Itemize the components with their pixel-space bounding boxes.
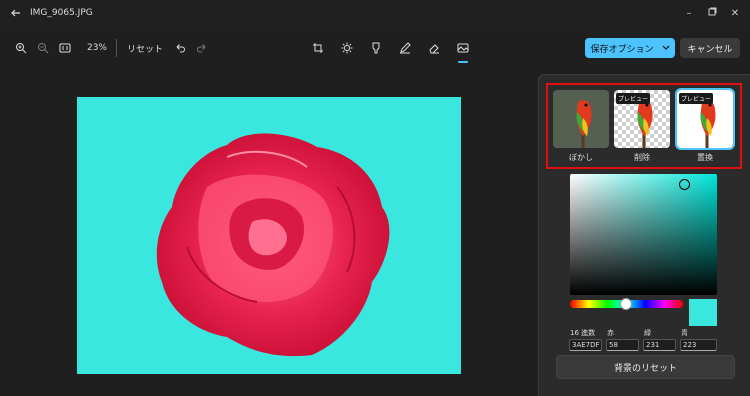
minimize-icon[interactable]: – xyxy=(681,6,697,22)
parrot-thumbnail xyxy=(553,90,609,148)
erase-icon[interactable] xyxy=(424,38,444,58)
undo-icon[interactable] xyxy=(169,37,191,59)
restore-icon[interactable] xyxy=(704,6,720,22)
actual-size-icon[interactable] xyxy=(54,37,76,59)
background-icon[interactable] xyxy=(453,38,473,63)
chevron-down-icon xyxy=(662,43,670,53)
filter-icon[interactable] xyxy=(366,38,386,58)
zoom-out-icon[interactable] xyxy=(32,37,54,59)
green-input[interactable]: 231 xyxy=(643,339,676,351)
option-replace-label: 置換 xyxy=(697,153,713,162)
save-options-label: 保存オプション xyxy=(590,44,654,55)
image-canvas[interactable] xyxy=(77,97,461,374)
zoom-in-icon[interactable] xyxy=(10,37,32,59)
option-blur[interactable] xyxy=(553,90,609,148)
blue-label: 青 xyxy=(681,329,688,337)
option-remove-label: 削除 xyxy=(634,153,650,162)
divider xyxy=(116,39,117,57)
preview-badge: プレビュー xyxy=(616,93,651,104)
zoom-controls: 23% リセット xyxy=(10,36,213,60)
red-label: 赤 xyxy=(607,329,614,337)
hex-label: 16 進数 xyxy=(570,329,596,337)
green-label: 緑 xyxy=(644,329,651,337)
redo-icon[interactable] xyxy=(191,37,213,59)
markup-pen-icon[interactable] xyxy=(395,38,415,58)
save-options-button[interactable]: 保存オプション xyxy=(585,38,675,58)
hue-slider-thumb[interactable] xyxy=(620,298,632,310)
blue-input[interactable]: 223 xyxy=(680,339,717,351)
selected-color-swatch xyxy=(689,299,717,326)
option-remove[interactable]: プレビュー xyxy=(614,90,670,148)
option-blur-label: ぼかし xyxy=(569,153,593,162)
reset-background-button[interactable]: 背景のリセット xyxy=(556,355,735,379)
rose-image xyxy=(156,133,390,357)
window-title: IMG_9065.JPG xyxy=(30,8,93,18)
edit-tools xyxy=(308,38,473,63)
color-spectrum-knob[interactable] xyxy=(679,179,690,190)
close-icon[interactable]: ✕ xyxy=(727,6,743,22)
red-input[interactable]: 58 xyxy=(606,339,639,351)
hex-input[interactable]: 3AE7DF xyxy=(569,339,602,351)
adjust-brightness-icon[interactable] xyxy=(337,38,357,58)
option-replace[interactable]: プレビュー xyxy=(675,88,735,150)
back-arrow-icon[interactable] xyxy=(10,7,24,21)
title-bar: IMG_9065.JPG – ✕ xyxy=(0,0,750,28)
cancel-button[interactable]: キャンセル xyxy=(680,38,740,58)
crop-icon[interactable] xyxy=(308,38,328,58)
color-spectrum[interactable] xyxy=(570,174,717,295)
zoom-level: 23% xyxy=(86,43,107,53)
reset-button[interactable]: リセット xyxy=(127,42,163,55)
preview-badge: プレビュー xyxy=(679,93,714,104)
